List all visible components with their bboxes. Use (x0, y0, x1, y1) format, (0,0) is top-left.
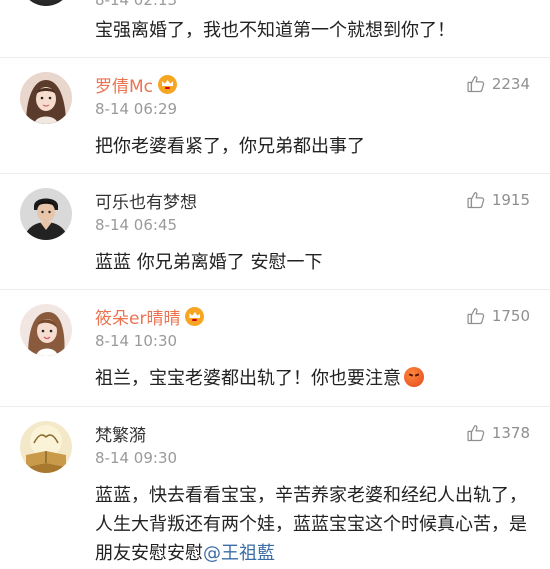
partial-comment: 8-14 02:13 宝强离婚了，我也不知道第一个就想到你了！ (0, 0, 550, 56)
comment-time: 8-14 06:29 (95, 100, 178, 118)
comment-text: 祖兰，宝宝老婆都出轨了！你也要注意 (95, 364, 535, 393)
comment-text-content: 祖兰，宝宝老婆都出轨了！你也要注意 (95, 368, 401, 389)
comment-text-content: 蓝蓝，快去看看宝宝，辛苦养家老婆和经纪人出轨了，人生大背叛还有两个娃，蓝蓝宝宝这… (95, 485, 527, 564)
comment-text: 把你老婆看紧了，你兄弟都出事了 (95, 136, 365, 157)
comment-time: 8-14 09:30 (95, 449, 178, 467)
like-button[interactable]: 1378 (466, 423, 530, 443)
comment-text: 宝强离婚了，我也不知道第一个就想到你了！ (95, 20, 455, 41)
vip-crown-icon (185, 307, 205, 326)
avatar[interactable] (20, 421, 72, 473)
vip-crown-icon (158, 75, 178, 94)
avatar[interactable] (20, 304, 72, 356)
thumbs-up-icon (467, 192, 485, 209)
username[interactable]: 罗倩Mc (95, 72, 178, 97)
like-count: 1378 (491, 424, 530, 442)
comment-text: 蓝蓝 你兄弟离婚了 安慰一下 (95, 252, 323, 273)
thumbs-up-icon (467, 76, 485, 93)
angry-emoji-icon (404, 367, 424, 387)
avatar[interactable] (20, 72, 72, 124)
comment-item: 梵繁漪 8-14 09:30 1378 蓝蓝，快去看看宝宝，辛苦养家老婆和经纪人… (0, 406, 550, 569)
comment-time: 8-14 10:30 (95, 332, 178, 350)
comment-text: 蓝蓝，快去看看宝宝，辛苦养家老婆和经纪人出轨了，人生大背叛还有两个娃，蓝蓝宝宝这… (95, 481, 540, 568)
avatar[interactable] (20, 0, 72, 6)
thumbs-up-icon (467, 425, 485, 442)
comment-item: 筱朵er晴晴 8-14 10:30 1750 祖兰，宝宝老婆都出轨了！你也要注意 (0, 289, 550, 407)
comment-item: 罗倩Mc 8-14 06:29 2234 把你老婆看紧了，你兄弟都出事了 (0, 57, 550, 174)
like-button[interactable]: 1750 (466, 306, 530, 326)
comment-time: 8-14 02:13 (95, 0, 178, 9)
username[interactable]: 梵繁漪 (95, 421, 146, 446)
comment-item: 可乐也有梦想 8-14 06:45 1915 蓝蓝 你兄弟离婚了 安慰一下 (0, 173, 550, 290)
avatar[interactable] (20, 188, 72, 240)
like-button[interactable]: 1915 (466, 190, 530, 210)
like-count: 1750 (491, 307, 530, 325)
username[interactable]: 可乐也有梦想 (95, 188, 197, 213)
thumbs-up-icon (467, 308, 485, 325)
like-count: 1915 (491, 191, 530, 209)
username-label: 罗倩Mc (95, 77, 154, 97)
like-count: 2234 (491, 75, 530, 93)
comment-time: 8-14 06:45 (95, 216, 178, 234)
mention-link[interactable]: @王祖藍 (203, 543, 275, 564)
username-label: 筱朵er晴晴 (95, 309, 181, 329)
like-button[interactable]: 2234 (466, 74, 530, 94)
username[interactable]: 筱朵er晴晴 (95, 304, 205, 329)
